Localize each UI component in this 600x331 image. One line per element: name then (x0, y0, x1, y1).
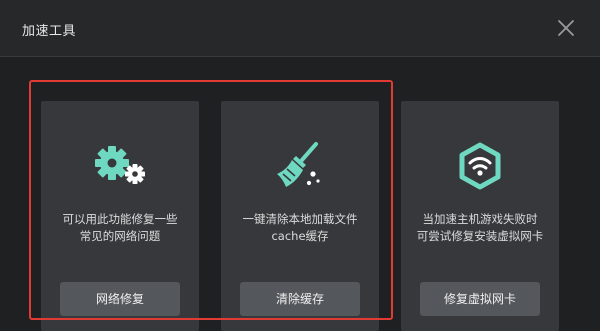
repair-virtual-adapter-button[interactable]: 修复虚拟网卡 (420, 282, 540, 316)
repair-virtual-adapter-card: 当加速主机游戏失败时 可尝试修复安装虚拟网卡 修复虚拟网卡 (401, 101, 559, 331)
description-line: 当加速主机游戏失败时 (422, 212, 538, 226)
title-bar: 加速工具 (0, 0, 600, 57)
close-icon (558, 20, 574, 36)
close-button[interactable] (555, 17, 577, 39)
wifi-shield-icon (459, 142, 501, 190)
wifi-shield-icon-wrap (401, 141, 559, 191)
selection-highlight (29, 80, 393, 320)
window-title: 加速工具 (22, 24, 77, 39)
repair-virtual-adapter-description: 当加速主机游戏失败时 可尝试修复安装虚拟网卡 (407, 211, 553, 245)
description-line: 可尝试修复安装虚拟网卡 (416, 229, 544, 243)
